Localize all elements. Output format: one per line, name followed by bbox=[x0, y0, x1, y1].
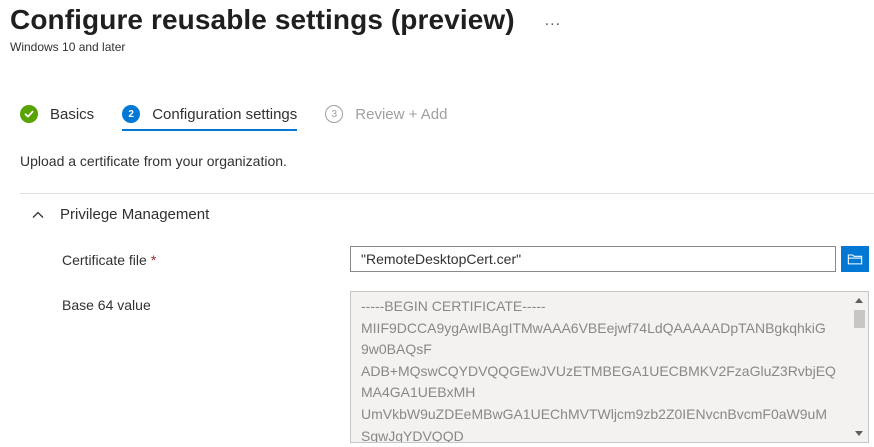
base64-line: 9w0BAQsF bbox=[361, 341, 432, 358]
intro-text: Upload a certificate from your organizat… bbox=[20, 153, 287, 169]
browse-file-button[interactable] bbox=[841, 246, 869, 272]
section-privilege-management[interactable]: Privilege Management bbox=[32, 206, 209, 223]
base64-line: UmVkbW9uZDEeMBwGA1UEChMVTWljcm9zb2Z0IENv… bbox=[361, 405, 827, 422]
base64-content: -----BEGIN CERTIFICATE----- MIIF9DCCA9yg… bbox=[361, 296, 844, 443]
divider bbox=[20, 193, 874, 194]
step-number: 3 bbox=[325, 105, 344, 123]
scrollbar-thumb[interactable] bbox=[854, 310, 865, 328]
scroll-down-icon[interactable] bbox=[855, 431, 863, 436]
step-label: Review + Add bbox=[355, 105, 448, 123]
checkmark-icon bbox=[20, 105, 38, 123]
step-label: Basics bbox=[50, 105, 95, 123]
header: Configure reusable settings (preview) ..… bbox=[10, 4, 561, 36]
more-options-button[interactable]: ... bbox=[545, 12, 561, 30]
page-subtitle: Windows 10 and later bbox=[10, 40, 126, 54]
certificate-file-label: Certificate file * bbox=[62, 252, 156, 268]
base64-line: ADB+MQswCQYDVQQGEwJVUzETMBEGA1UECBMKV2Fz… bbox=[361, 362, 836, 379]
base64-value-textarea[interactable]: -----BEGIN CERTIFICATE----- MIIF9DCCA9yg… bbox=[350, 291, 869, 443]
base64-value-label: Base 64 value bbox=[62, 297, 151, 313]
step-label: Configuration settings bbox=[152, 105, 298, 123]
base64-line: SgwJgYDVQQD bbox=[361, 427, 464, 443]
base64-line: -----BEGIN CERTIFICATE----- bbox=[361, 298, 546, 314]
step-number: 2 bbox=[122, 105, 141, 123]
chevron-up-icon bbox=[32, 211, 44, 218]
label-text: Certificate file bbox=[62, 252, 147, 268]
step-review-add[interactable]: 3 Review + Add bbox=[325, 99, 447, 129]
page-title: Configure reusable settings (preview) bbox=[10, 4, 515, 35]
step-basics[interactable]: Basics bbox=[20, 99, 94, 129]
required-marker: * bbox=[150, 252, 157, 268]
wizard-steps: Basics 2 Configuration settings 3 Review… bbox=[20, 99, 475, 131]
section-title: Privilege Management bbox=[60, 206, 210, 223]
step-configuration-settings[interactable]: 2 Configuration settings bbox=[122, 99, 298, 131]
certificate-file-input[interactable] bbox=[350, 246, 836, 272]
base64-line: MA4GA1UEBxMH bbox=[361, 384, 476, 401]
vertical-scrollbar[interactable] bbox=[851, 292, 868, 442]
scroll-up-icon[interactable] bbox=[855, 298, 863, 303]
base64-line: MIIF9DCCA9ygAwIBAgITMwAAA6VBEejwf74LdQAA… bbox=[361, 319, 826, 336]
folder-icon bbox=[847, 254, 863, 265]
